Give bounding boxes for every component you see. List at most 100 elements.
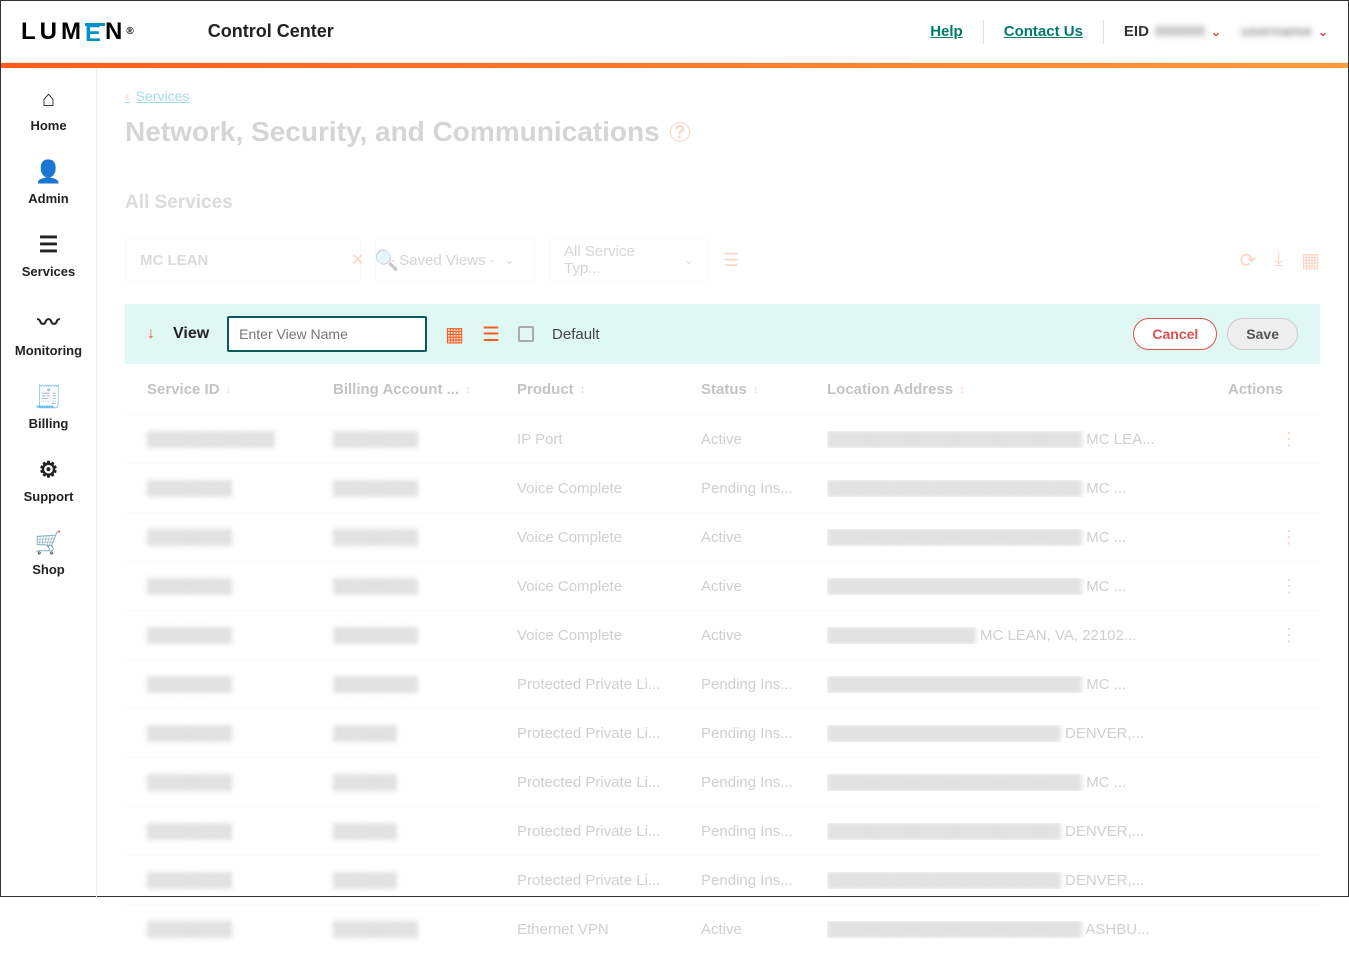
table-row[interactable]: ████████████████Ethernet VPNActive██████… (125, 904, 1320, 953)
table-row[interactable]: ████████████████Voice CompletePending In… (125, 463, 1320, 512)
sidebar-item-billing[interactable]: 🧾Billing (29, 384, 69, 431)
sidebar-item-label: Home (30, 118, 66, 133)
cell-status: Active (701, 921, 827, 938)
table-row[interactable]: ██████████████Protected Private Li...Pen… (125, 757, 1320, 806)
sidebar-icon: 〰 (37, 305, 59, 337)
cell-service-id: ████████ (147, 774, 333, 791)
table-row[interactable]: ████████████████Protected Private Li...P… (125, 659, 1320, 708)
sliders-icon[interactable]: ☰ (482, 322, 500, 347)
chevron-down-icon: ⌄ (1211, 25, 1221, 39)
cancel-button[interactable]: Cancel (1133, 318, 1217, 350)
cell-product: Voice Complete (517, 480, 701, 497)
col-service-id[interactable]: Service ID↓ (147, 381, 333, 398)
default-checkbox[interactable] (518, 326, 534, 342)
cell-status: Active (701, 431, 827, 448)
cell-billing-account: ████████ (333, 431, 517, 448)
user-value: username (1241, 23, 1312, 40)
cell-status: Pending Ins... (701, 725, 827, 742)
sidebar-item-label: Monitoring (15, 343, 82, 358)
saved-views-dropdown[interactable]: - Saved Views - ⌄ (375, 238, 535, 282)
cell-billing-account: ██████ (333, 823, 517, 840)
chevron-down-icon: ⌄ (684, 253, 694, 267)
cell-status: Active (701, 529, 827, 546)
breadcrumb-label: Services (136, 88, 190, 104)
logo: LUMEN® (21, 18, 138, 46)
col-status[interactable]: Status↕ (701, 381, 827, 398)
cell-product: Protected Private Li... (517, 774, 701, 791)
sidebar-item-services[interactable]: ☰Services (22, 232, 76, 279)
view-name-input[interactable] (227, 316, 427, 352)
cell-billing-account: ████████ (333, 627, 517, 644)
cell-location: ██████████████████████ DENVER,... (827, 725, 1187, 742)
view-bar: ↓ View ▦ ☰ Default Cancel Save (125, 304, 1320, 364)
refresh-icon[interactable]: ⟳ (1239, 248, 1256, 273)
user-dropdown[interactable]: username ⌄ (1241, 23, 1328, 40)
clear-icon[interactable]: ✕ (351, 250, 364, 270)
cell-status: Pending Ins... (701, 872, 827, 889)
cell-location: ██████████████████████ DENVER,... (827, 823, 1187, 840)
cell-service-id: ████████ (147, 725, 333, 742)
table-row[interactable]: ██████████████Protected Private Li...Pen… (125, 708, 1320, 757)
cell-location: ████████████████████████ MC ... (827, 774, 1187, 791)
save-button[interactable]: Save (1227, 318, 1298, 350)
divider (983, 20, 984, 44)
cell-status: Pending Ins... (701, 676, 827, 693)
saved-views-label: - Saved Views - (390, 252, 495, 269)
columns-icon[interactable]: ▦ (1301, 248, 1320, 273)
row-actions-icon[interactable]: ⋮ (1280, 527, 1298, 548)
col-billing-account[interactable]: Billing Account ...↕ (333, 381, 517, 398)
sort-icon: ↓ (226, 382, 232, 396)
sidebar-icon: ☰ (39, 232, 59, 258)
sidebar-item-label: Shop (32, 562, 65, 577)
table-row[interactable]: ████████████████Voice CompleteActive████… (125, 610, 1320, 659)
cell-location: ████████████████████████ MC ... (827, 676, 1187, 693)
sidebar-item-support[interactable]: ⚙Support (24, 457, 74, 504)
cell-billing-account: ██████ (333, 872, 517, 889)
help-icon[interactable]: ? (670, 122, 690, 142)
contact-link[interactable]: Contact Us (1004, 23, 1083, 40)
cell-billing-account: ████████ (333, 921, 517, 938)
columns-config-icon[interactable]: ▦ (445, 322, 464, 347)
row-actions-icon[interactable]: ⋮ (1280, 576, 1298, 597)
sidebar-icon: ⌂ (42, 86, 55, 112)
table-row[interactable]: ██████████████Protected Private Li...Pen… (125, 806, 1320, 855)
sidebar-item-home[interactable]: ⌂ Home (30, 86, 66, 133)
download-icon[interactable]: ⤓ (1274, 248, 1283, 273)
cell-location: ████████████████████████ MC ... (827, 480, 1187, 497)
app-title: Control Center (208, 21, 334, 42)
service-type-dropdown[interactable]: All Service Typ... ⌄ (549, 238, 709, 282)
eid-dropdown[interactable]: EID 000000 ⌄ (1124, 23, 1221, 40)
help-link[interactable]: Help (930, 23, 963, 40)
search-input[interactable] (140, 252, 341, 269)
cell-product: Ethernet VPN (517, 921, 701, 938)
cell-product: Voice Complete (517, 627, 701, 644)
sidebar-item-shop[interactable]: 🛒Shop (32, 530, 65, 577)
sort-icon: ↕ (753, 382, 759, 396)
table-row[interactable]: ████████████████████IP PortActive███████… (125, 414, 1320, 463)
section-title: All Services (125, 192, 1320, 214)
row-actions-icon[interactable]: ⋮ (1280, 429, 1298, 450)
cell-location: ████████████████████████ ASHBU... (827, 921, 1187, 938)
header-right: Help Contact Us EID 000000 ⌄ username ⌄ (930, 20, 1328, 44)
sidebar-item-label: Support (24, 489, 74, 504)
cell-service-id: ████████ (147, 872, 333, 889)
sidebar-item-monitoring[interactable]: 〰 Monitoring (15, 305, 82, 358)
cell-billing-account: ████████ (333, 529, 517, 546)
sort-icon: ↕ (580, 382, 586, 396)
page-title: Network, Security, and Communications ? (125, 116, 1320, 148)
filter-icon[interactable]: ☰ (723, 250, 739, 271)
breadcrumb[interactable]: ‹ Services (125, 88, 1320, 104)
sort-icon: ↕ (465, 382, 471, 396)
sidebar-item-admin[interactable]: 👤Admin (28, 159, 68, 206)
table-header: Service ID↓ Billing Account ...↕ Product… (125, 364, 1320, 414)
chevron-left-icon: ‹ (125, 88, 130, 104)
col-product[interactable]: Product↕ (517, 381, 701, 398)
cell-location: ████████████████████████ MC ... (827, 578, 1187, 595)
row-actions-icon[interactable]: ⋮ (1280, 625, 1298, 646)
col-location[interactable]: Location Address↕ (827, 381, 1187, 398)
view-label: View (173, 325, 209, 343)
table-row[interactable]: ████████████████Voice CompleteActive████… (125, 512, 1320, 561)
cell-service-id: ████████████ (147, 431, 333, 448)
cell-billing-account: ██████ (333, 774, 517, 791)
table-row[interactable]: ████████████████Voice CompleteActive████… (125, 561, 1320, 610)
